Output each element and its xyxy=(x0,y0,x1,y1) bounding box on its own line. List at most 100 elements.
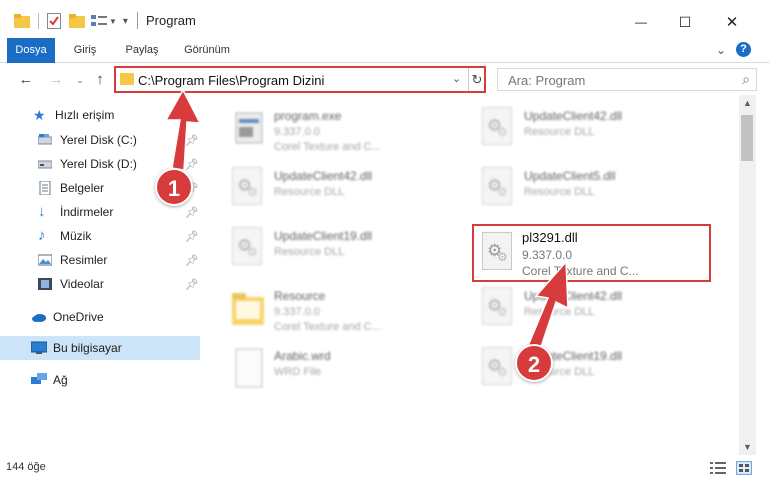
file-version: 9.337.0.0 xyxy=(522,248,573,262)
file-name: pl3291.dll xyxy=(522,230,578,245)
file-item[interactable]: Arabic.wrd WRD File xyxy=(206,339,456,397)
folder-item[interactable]: Resource 9.337.0.0 Corel Texture and C..… xyxy=(206,279,456,337)
sidebar-item-label: Videolar xyxy=(60,277,104,291)
sidebar-item-label: Bu bilgisayar xyxy=(53,341,122,355)
cloud-icon xyxy=(31,310,46,324)
dll-icon: ⚙ ⚙ xyxy=(480,230,514,274)
dll-icon: ⚙ ⚙ xyxy=(478,285,518,333)
title-separator xyxy=(137,12,138,29)
sidebar-item-label: Yerel Disk (C:) xyxy=(60,133,137,147)
scroll-up-icon[interactable]: ▲ xyxy=(739,95,756,111)
computer-icon xyxy=(30,341,48,355)
sidebar-item-onedrive[interactable]: OneDrive xyxy=(0,305,200,329)
dll-icon: ⚙ ⚙ xyxy=(228,225,268,273)
file-item[interactable]: program.exe 9.337.0.0 Corel Texture and … xyxy=(206,99,456,157)
sidebar-item-music[interactable]: ♪ Müzik 📌︎ xyxy=(0,224,200,248)
file-description: Corel Texture and C... xyxy=(522,264,639,278)
search-icon[interactable]: ⌕ xyxy=(742,71,750,88)
folder-icon xyxy=(228,285,268,333)
pin-icon[interactable]: 📌︎ xyxy=(185,134,199,147)
pin-icon[interactable]: 📌︎ xyxy=(185,254,199,267)
chevron-down-icon[interactable]: ⌄ xyxy=(452,72,461,85)
download-icon: ↓ xyxy=(38,203,46,220)
folder-description: Corel Texture and C... xyxy=(274,321,381,333)
video-icon xyxy=(38,277,52,291)
sidebar-item-quick-access[interactable]: ★ Hızlı erişim xyxy=(0,103,200,127)
sidebar-item-label: Yerel Disk (D:) xyxy=(60,157,137,171)
sidebar-item-videos[interactable]: Videolar 📌︎ xyxy=(0,272,200,296)
up-arrow-icon[interactable]: ↑ xyxy=(90,71,110,88)
search-input[interactable]: Ara: Program ⌕ xyxy=(497,68,757,91)
customize-toolbar-icon[interactable]: ▾ xyxy=(123,16,128,27)
properties-icon[interactable] xyxy=(47,13,61,29)
file-type: Resource DLL xyxy=(524,126,595,138)
folder-name: Resource xyxy=(274,289,326,303)
tab-share[interactable]: Paylaş xyxy=(116,38,168,62)
vertical-scrollbar[interactable]: ▲ ▼ xyxy=(739,95,756,455)
pin-icon[interactable]: 📌︎ xyxy=(185,206,199,219)
chevron-down-icon[interactable]: ▼ xyxy=(109,17,117,26)
drive-icon xyxy=(37,133,53,147)
address-path[interactable]: C:\Program Files\Program Dizini xyxy=(138,73,324,88)
help-icon[interactable]: ? xyxy=(736,42,751,57)
navigation-bar: ← → ⌄ ↑ C:\Program Files\Program Dizini … xyxy=(0,63,769,95)
large-icons-view-icon[interactable] xyxy=(736,461,752,475)
pin-icon[interactable]: 📌︎ xyxy=(185,278,199,291)
window-title: Program xyxy=(146,13,196,28)
item-count: 144 öğe xyxy=(6,461,46,473)
maximize-button[interactable]: ☐ xyxy=(662,7,708,37)
sidebar-item-this-pc[interactable]: Bu bilgisayar xyxy=(0,336,200,360)
music-icon: ♪ xyxy=(38,227,46,244)
star-icon: ★ xyxy=(33,107,46,123)
file-name: UpdateClient42.dll xyxy=(274,169,373,183)
pin-icon[interactable]: 📌︎ xyxy=(185,230,199,243)
sidebar-item-label: Belgeler xyxy=(60,181,105,195)
scrollbar-thumb[interactable] xyxy=(741,115,753,161)
tab-home[interactable]: Giriş xyxy=(62,38,108,62)
sidebar-item-label: Hızlı erişim xyxy=(55,108,115,122)
file-type: Resource DLL xyxy=(524,186,595,198)
details-view-icon[interactable] xyxy=(710,461,726,475)
step-1-badge: 1 xyxy=(155,168,193,206)
quick-access-toolbar: ▼ ▾ xyxy=(14,10,128,32)
file-name: UpdateClient42.dll xyxy=(524,109,623,123)
sidebar-item-network[interactable]: Ağ xyxy=(0,368,200,392)
file-item[interactable]: ⚙ ⚙ UpdateClient42.dll Resource DLL xyxy=(456,99,706,157)
sidebar-item-local-disk-c[interactable]: Yerel Disk (C:) 📌︎ xyxy=(0,128,200,152)
file-item[interactable]: ⚙ ⚙ UpdateClient42.dll Resource DLL xyxy=(456,279,706,337)
view-options-icon[interactable] xyxy=(91,14,107,28)
exe-icon xyxy=(228,105,268,153)
back-arrow-icon[interactable]: ← xyxy=(16,71,36,88)
dll-icon: ⚙ ⚙ xyxy=(478,165,518,213)
sidebar-item-label: OneDrive xyxy=(53,310,104,324)
drive-icon xyxy=(37,157,53,171)
file-item[interactable]: ⚙ ⚙ UpdateClient19.dll Resource DLL xyxy=(206,219,456,277)
search-placeholder: Ara: Program xyxy=(508,73,586,88)
step-2-badge: 2 xyxy=(515,344,553,382)
minimize-button[interactable]: — xyxy=(618,7,664,37)
new-folder-icon[interactable] xyxy=(69,14,85,28)
file-name: UpdateClient42.dll xyxy=(524,289,623,303)
address-bar[interactable]: C:\Program Files\Program Dizini ⌄ ↻ xyxy=(114,66,486,93)
sidebar-item-label: İndirmeler xyxy=(60,205,114,219)
highlighted-file-item[interactable]: ⚙ ⚙ pl3291.dll 9.337.0.0 Corel Texture an… xyxy=(472,224,711,282)
expand-ribbon-icon[interactable]: ⌄ xyxy=(716,43,726,57)
scroll-down-icon[interactable]: ▼ xyxy=(739,439,756,455)
refresh-icon[interactable]: ↻ xyxy=(468,68,485,91)
pin-icon[interactable]: 📌︎ xyxy=(185,158,199,171)
dll-icon: ⚙ ⚙ xyxy=(478,345,518,393)
navigation-pane: ★ Hızlı erişim Yerel Disk (C:) 📌︎ Yerel … xyxy=(0,95,203,455)
recent-locations-icon[interactable]: ⌄ xyxy=(70,75,90,86)
sidebar-item-label: Ağ xyxy=(53,373,68,387)
close-button[interactable]: ✕ xyxy=(709,7,755,37)
sidebar-item-pictures[interactable]: Resimler 📌︎ xyxy=(0,248,200,272)
file-type: Resource DLL xyxy=(274,186,345,198)
tab-view[interactable]: Görünüm xyxy=(176,38,238,62)
file-item[interactable]: ⚙ ⚙ UpdateClient42.dll Resource DLL xyxy=(206,159,456,217)
file-item[interactable]: ⚙ ⚙ UpdateClient19.dll Resource DLL xyxy=(456,339,706,397)
folder-icon xyxy=(120,73,134,85)
file-name: UpdateClient19.dll xyxy=(274,229,373,243)
status-bar: 144 öğe xyxy=(0,455,769,495)
file-item[interactable]: ⚙ ⚙ UpdateClient5.dll Resource DLL xyxy=(456,159,706,217)
forward-arrow-icon[interactable]: → xyxy=(46,71,66,88)
